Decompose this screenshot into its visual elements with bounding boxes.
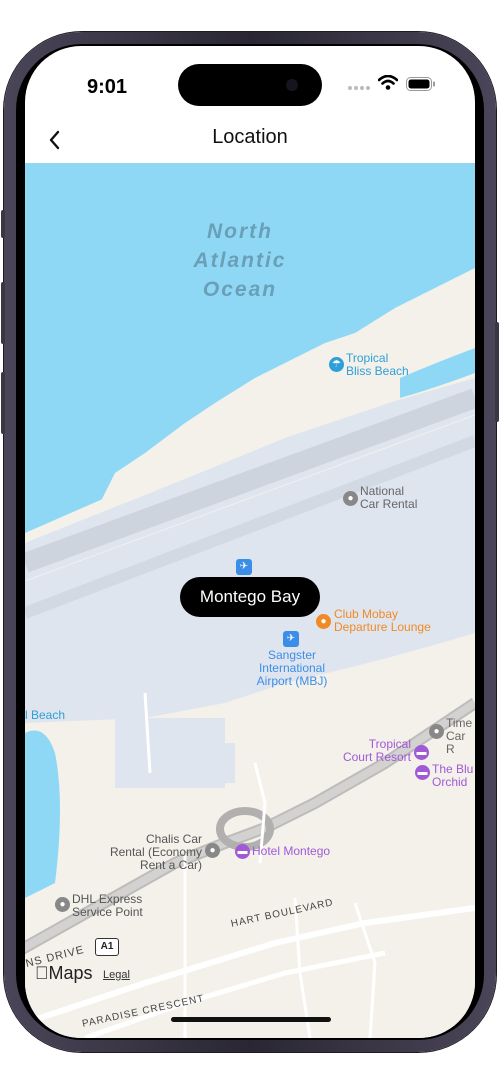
screen: 9:01 Location North Atlantic Ocean ☂ Tro… — [25, 46, 475, 1038]
legal-link[interactable]: Legal — [103, 969, 130, 981]
route-shield: A1 — [95, 938, 119, 956]
volume-up-button — [1, 282, 5, 344]
hotel-icon[interactable]: ▬ — [415, 765, 430, 780]
car-rental-icon[interactable]: ● — [429, 724, 444, 739]
poi-tropical-court-resort[interactable]: Tropical Court Resort — [335, 738, 411, 764]
poi-club-mobay[interactable]: Club Mobay Departure Lounge — [334, 608, 431, 634]
home-indicator[interactable] — [171, 1017, 331, 1022]
signal-dots-icon — [348, 86, 370, 90]
status-time: 9:01 — [87, 76, 128, 98]
battery-icon — [406, 77, 435, 91]
poi-national-car-rental[interactable]: National Car Rental — [360, 485, 417, 511]
poi-chalis-car-rental[interactable]: Chalis Car Rental (Economy Rent a Car) — [100, 833, 202, 872]
poi-sangster-airport[interactable]: Sangster International Airport (MBJ) — [247, 649, 337, 688]
apple-logo-icon:  — [35, 963, 49, 983]
hotel-icon[interactable]: ▬ — [235, 844, 250, 859]
page-title: Location — [212, 126, 288, 148]
poi-blue-orchid[interactable]: The Blu Orchid — [432, 763, 473, 789]
beach-icon[interactable]: ☂ — [329, 357, 344, 372]
poi-tropical-bliss-beach[interactable]: Tropical Bliss Beach — [346, 352, 409, 378]
map-view[interactable]: North Atlantic Ocean ☂ Tropical Bliss Be… — [25, 163, 475, 1038]
car-rental-icon[interactable]: ● — [205, 843, 220, 858]
volume-down-button — [1, 372, 5, 434]
city-label-montego-bay[interactable]: Montego Bay — [180, 577, 320, 617]
poi-times-car-rental[interactable]: Time Car R — [446, 717, 475, 756]
apple-maps-logo[interactable]: Maps — [35, 963, 93, 984]
ocean-label: North Atlantic Ocean — [193, 220, 287, 301]
camera-icon — [286, 79, 298, 91]
airport-icon[interactable]: ✈ — [236, 559, 252, 575]
hotel-icon[interactable]: ▬ — [414, 745, 429, 760]
power-button — [495, 322, 499, 422]
action-button — [1, 210, 5, 238]
car-rental-icon[interactable]: ● — [343, 491, 358, 506]
shipping-icon[interactable]: ● — [55, 897, 70, 912]
wifi-icon — [378, 75, 398, 90]
lounge-icon[interactable]: ● — [316, 614, 331, 629]
airport-terminal-icon[interactable]: ✈ — [283, 631, 299, 647]
poi-hotel-montego[interactable]: Hotel Montego — [252, 845, 330, 858]
poi-beach-left[interactable]: l Beach — [25, 709, 65, 722]
status-bar: 9:01 — [25, 46, 475, 126]
poi-dhl-express[interactable]: DHL Express Service Point — [72, 893, 143, 919]
dynamic-island — [178, 64, 322, 106]
